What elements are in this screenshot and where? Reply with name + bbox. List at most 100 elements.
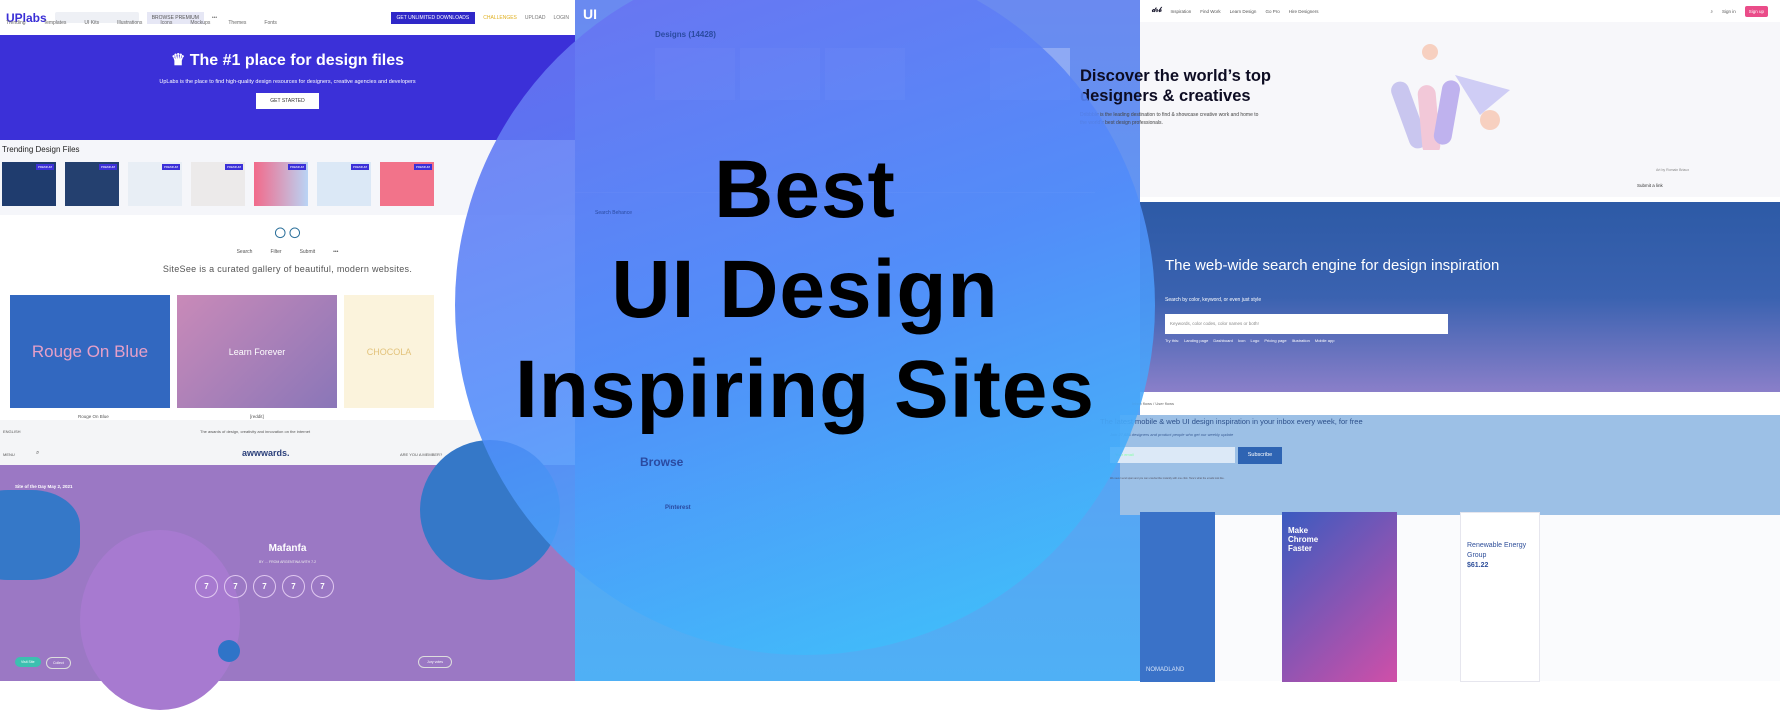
- awwwards-logo: awwwards.: [242, 448, 290, 458]
- dribbble-description: Dribbble is the leading destination to f…: [1080, 112, 1259, 126]
- try-suggestions: Try this: Landing page Dashboard Icon Lo…: [1165, 338, 1334, 343]
- score-ring: 7: [195, 575, 218, 598]
- headline: Best UI Design Inspiring Sites: [455, 140, 1155, 440]
- score-rings: 7 7 7 7 7: [195, 575, 334, 598]
- premium-badge: PREMIUM: [98, 164, 117, 170]
- hands-tags-illustration: [1391, 44, 1510, 150]
- search-engine-headline: The web-wide search engine for design in…: [1165, 257, 1500, 274]
- premium-badge: PREMIUM: [350, 164, 369, 170]
- site-title: Mafanfa: [268, 543, 307, 554]
- premium-badge: PREMIUM: [35, 164, 54, 170]
- search-engine-subtitle: Search by color, keyword, or even just s…: [1165, 297, 1262, 303]
- language-selector[interactable]: ENGLISH: [3, 429, 21, 434]
- nav-inspiration[interactable]: Inspiration: [1170, 9, 1191, 14]
- card-title: Make Chrome Faster: [1288, 526, 1319, 553]
- browse-heading: Browse: [640, 455, 684, 469]
- sign-up-button[interactable]: Sign up: [1744, 5, 1768, 17]
- design-card[interactable]: PREMIUM: [2, 162, 56, 206]
- get-unlimited-button[interactable]: GET UNLIMITED DOWNLOADS: [390, 11, 476, 24]
- score-ring: 7: [253, 575, 276, 598]
- crown-icon: ♛: [170, 52, 190, 69]
- get-started-button[interactable]: GET STARTED: [256, 93, 319, 109]
- premium-badge: PREMIUM: [413, 164, 432, 170]
- design-card[interactable]: PREMIUM: [65, 162, 119, 206]
- tab-illustrations[interactable]: Illustrations: [117, 20, 142, 26]
- challenges-link[interactable]: CHALLENGES: [483, 15, 517, 21]
- ui8-logo: UI: [583, 6, 597, 22]
- dribbble-logo: 𝒹𝓇𝒷: [1152, 7, 1162, 14]
- awwwards-screenshot: ENGLISH The awards of design, creativity…: [0, 420, 575, 710]
- app-card[interactable]: Make Chrome Faster: [1282, 512, 1397, 682]
- suggestion-link[interactable]: Pricing page: [1264, 338, 1286, 343]
- design-card[interactable]: PREMIUM: [317, 162, 371, 206]
- submit-link[interactable]: Submit: [300, 249, 316, 255]
- design-card[interactable]: PREMIUM: [380, 162, 434, 206]
- pinterest-item[interactable]: Pinterest: [665, 505, 691, 511]
- banner-text: UpLabs is the place to find high-quality…: [159, 79, 416, 85]
- suggestion-link[interactable]: Logo: [1250, 338, 1259, 343]
- filter-link[interactable]: Filter: [270, 249, 281, 255]
- newsletter-fine-print: We never send spam and you can unsubscri…: [1110, 477, 1225, 480]
- byline: BY … FROM ARGENTINA WITH 7.2: [258, 560, 317, 564]
- headline-line-3: Inspiring Sites: [515, 344, 1095, 435]
- collect-button[interactable]: Collect: [46, 657, 71, 669]
- tab-themes[interactable]: Themes: [228, 20, 246, 26]
- jury-votes-button[interactable]: Jury votes: [418, 656, 452, 668]
- banner-title: The #1 place for design files: [189, 52, 405, 69]
- premium-badge: PREMIUM: [224, 164, 243, 170]
- premium-badge: PREMIUM: [161, 164, 180, 170]
- headline-line-2: UI Design: [611, 244, 999, 335]
- search-icon[interactable]: ⌕: [36, 450, 39, 457]
- more-icon[interactable]: •••: [333, 249, 338, 255]
- app-card[interactable]: NOMADLAND: [1140, 512, 1215, 682]
- app-card[interactable]: Renewable Energy Group $61.22: [1460, 512, 1540, 682]
- site-shot[interactable]: Rouge On Blue: [10, 295, 170, 408]
- design-card[interactable]: PREMIUM: [254, 162, 308, 206]
- premium-badge: PREMIUM: [287, 164, 306, 170]
- suggestion-link[interactable]: Mobile app: [1315, 338, 1335, 343]
- nav-hire-designers[interactable]: Hire Designers: [1289, 9, 1319, 14]
- suggestion-link[interactable]: Landing page: [1184, 338, 1208, 343]
- visit-site-button[interactable]: Visit Site: [15, 657, 41, 667]
- member-link[interactable]: ARE YOU A MEMBER?: [400, 452, 442, 457]
- nav-find-work[interactable]: Find Work: [1200, 9, 1220, 14]
- tab-ui-kits[interactable]: UI Kits: [84, 20, 99, 26]
- suggestion-link[interactable]: Illustration: [1292, 338, 1310, 343]
- newsletter-screenshot: The latest mobile & web UI design inspir…: [1100, 415, 1780, 682]
- email-input[interactable]: Your email: [1110, 447, 1235, 463]
- art-credit: Art by Romain Briaux: [1656, 168, 1690, 172]
- tab-fonts[interactable]: Fonts: [264, 20, 277, 26]
- tab-trending[interactable]: Trending: [6, 20, 26, 26]
- shot-caption: [reddit]: [250, 414, 264, 419]
- keyword-search-input[interactable]: Keywords, color codes, color names or bo…: [1165, 314, 1448, 334]
- nav-learn-design[interactable]: Learn Design: [1230, 9, 1257, 14]
- score-ring: 7: [224, 575, 247, 598]
- site-shot[interactable]: CHOCOLA: [344, 295, 434, 408]
- suggestion-link[interactable]: Icon: [1238, 338, 1246, 343]
- awwwards-tagline: The awards of design, creativity and inn…: [200, 429, 311, 434]
- shot-caption: Rouge On Blue: [78, 414, 109, 419]
- menu-button[interactable]: MENU: [3, 452, 15, 457]
- site-shot[interactable]: Learn Forever: [177, 295, 337, 408]
- suggestion-link[interactable]: Dashboard: [1213, 338, 1233, 343]
- sign-in-link[interactable]: Sign in: [1722, 9, 1736, 14]
- search-engine-screenshot: The web-wide search engine for design in…: [1132, 197, 1780, 420]
- trending-title: Trending Design Files: [2, 145, 80, 154]
- login-link[interactable]: LOGIN: [553, 15, 569, 21]
- tab-templates[interactable]: Templates: [44, 20, 67, 26]
- design-card[interactable]: PREMIUM: [128, 162, 182, 206]
- tab-mockups[interactable]: Mockups: [190, 20, 210, 26]
- headline-line-1: Best: [714, 144, 896, 235]
- subscribe-button[interactable]: Subscribe: [1238, 447, 1282, 464]
- site-of-the-day-label: Site of the Day May 2, 2021: [15, 484, 73, 489]
- submit-link-button[interactable]: Submit a link: [1637, 183, 1663, 188]
- search-icon[interactable]: ⌕: [1710, 9, 1713, 14]
- designs-title: Designs (14428): [655, 30, 716, 39]
- upload-link[interactable]: UPLOAD: [525, 15, 546, 21]
- tab-icons[interactable]: Icons: [160, 20, 172, 26]
- card-price: $61.22: [1467, 562, 1489, 569]
- category-tabs: Trending Templates UI Kits Illustrations…: [6, 20, 277, 26]
- nav-go-pro[interactable]: Go Pro: [1265, 9, 1279, 14]
- design-card[interactable]: PREMIUM: [191, 162, 245, 206]
- search-link[interactable]: Search: [237, 249, 253, 255]
